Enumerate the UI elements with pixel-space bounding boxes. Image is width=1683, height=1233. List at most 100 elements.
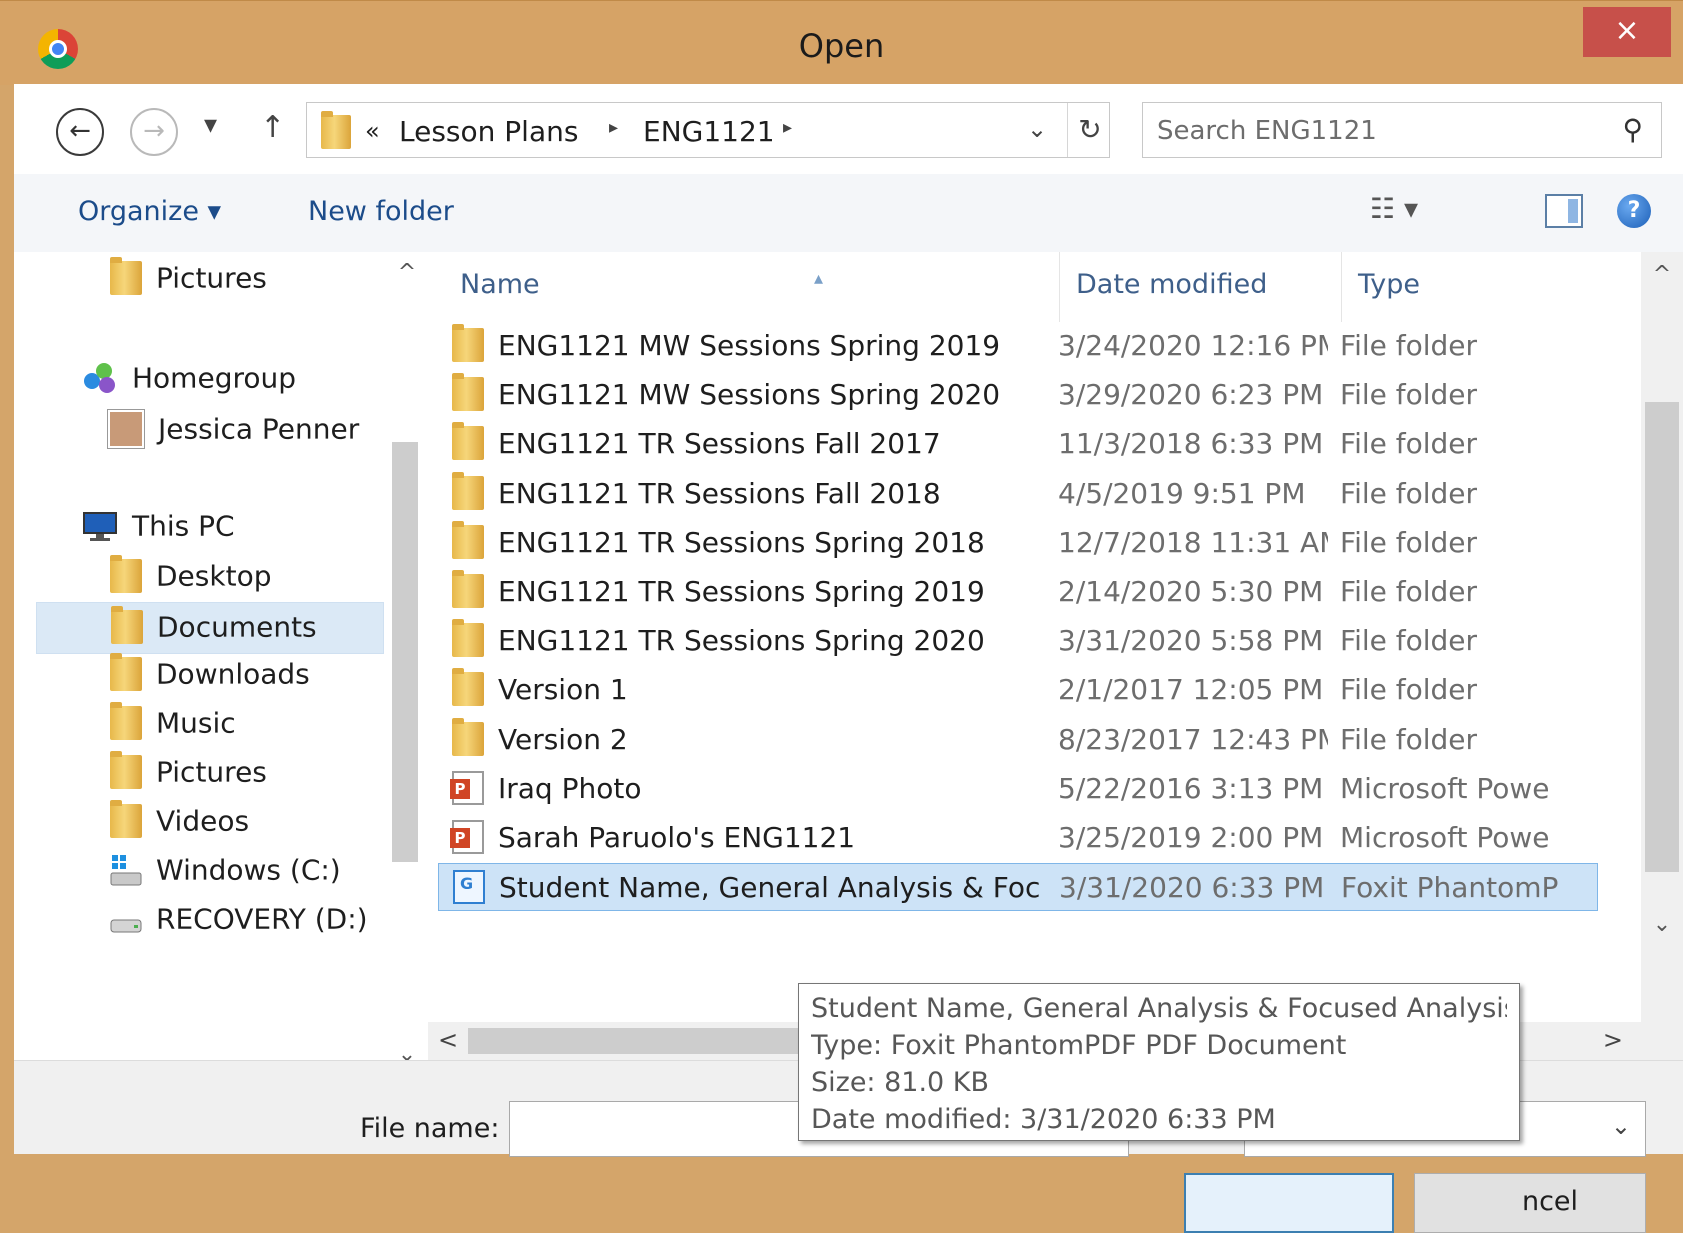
scrollbar-thumb[interactable] xyxy=(1645,402,1679,872)
file-date-modified: 4/5/2019 9:51 PM xyxy=(1058,476,1306,510)
nav-item-windows-c[interactable]: Windows (C:) xyxy=(110,852,341,896)
file-name-cell: Version 1 xyxy=(438,666,1038,714)
folder-icon xyxy=(452,373,484,412)
file-name-cell: Iraq Photo xyxy=(438,765,1038,813)
file-row[interactable]: Version 2 8/23/2017 12:43 PM File folder xyxy=(438,716,1598,764)
scroll-up-icon[interactable]: ^ xyxy=(386,260,428,285)
cancel-button[interactable]: ncel xyxy=(1414,1173,1646,1233)
file-list: Name ▴ Date modified Type ENG1121 MW Ses… xyxy=(428,252,1683,1022)
file-list-scrollbar[interactable]: ^ ⌄ xyxy=(1641,252,1683,1022)
file-date-modified: 2/1/2017 12:05 PM xyxy=(1058,673,1324,707)
navigation-bar: ← → ▾ ↑ « Lesson Plans ▸ ENG1121 ▸ ⌄ ↻ ⚲ xyxy=(14,84,1683,174)
address-bar[interactable]: « Lesson Plans ▸ ENG1121 ▸ ⌄ ↻ xyxy=(306,102,1110,158)
user-avatar-icon xyxy=(108,410,144,448)
column-header-date-modified[interactable]: Date modified xyxy=(1060,252,1342,322)
breadcrumb-overflow[interactable]: « xyxy=(365,117,380,145)
column-header-type[interactable]: Type xyxy=(1342,252,1642,322)
new-folder-button[interactable]: New folder xyxy=(308,196,454,227)
scroll-up-icon[interactable]: ^ xyxy=(1641,262,1683,287)
file-row[interactable]: ENG1121 TR Sessions Spring 2019 2/14/2020… xyxy=(438,568,1598,616)
cancel-button-label: ncel xyxy=(1521,1186,1579,1217)
scrollbar-thumb[interactable] xyxy=(392,442,418,862)
folder-icon xyxy=(452,520,484,559)
breadcrumb-eng1121[interactable]: ENG1121 xyxy=(643,115,775,148)
column-header-label: Type xyxy=(1358,269,1421,300)
file-date-modified: 3/29/2020 6:23 PM xyxy=(1058,378,1324,412)
navigation-pane-scrollbar[interactable]: ^ ⌄ xyxy=(386,252,428,1082)
scroll-right-icon[interactable]: > xyxy=(1603,1026,1623,1054)
file-row[interactable]: Version 1 2/1/2017 12:05 PM File folder xyxy=(438,666,1598,714)
file-row[interactable]: ENG1121 TR Sessions Spring 2018 12/7/2018… xyxy=(438,519,1598,567)
nav-item-pictures-2[interactable]: Pictures xyxy=(110,751,267,798)
file-type: File folder xyxy=(1340,378,1478,412)
window-title: Open xyxy=(798,27,885,65)
column-header-label: Name xyxy=(460,269,540,300)
file-type: File folder xyxy=(1340,427,1478,461)
file-name: ENG1121 TR Sessions Spring 2019 xyxy=(498,575,985,608)
address-dropdown-icon[interactable]: ⌄ xyxy=(1027,115,1047,143)
file-name: ENG1121 TR Sessions Fall 2017 xyxy=(498,427,941,461)
documents-folder-icon xyxy=(111,606,143,644)
preview-pane-icon[interactable] xyxy=(1545,194,1583,228)
homegroup-icon xyxy=(82,361,118,395)
file-name-cell: Student Name, General Analysis & Focus..… xyxy=(439,864,1039,912)
column-header-label: Date modified xyxy=(1076,269,1268,300)
file-row[interactable]: ENG1121 MW Sessions Spring 2020 3/29/2020… xyxy=(438,371,1598,419)
file-row[interactable]: Iraq Photo 5/22/2016 3:13 PM Microsoft Pow… xyxy=(438,765,1598,813)
file-type: File folder xyxy=(1340,722,1478,756)
file-row[interactable]: ENG1121 TR Sessions Fall 2017 11/3/2018 6… xyxy=(438,420,1598,468)
file-row[interactable]: ENG1121 MW Sessions Spring 2019 3/24/2020… xyxy=(438,322,1598,370)
file-type: Foxit PhantomP xyxy=(1341,871,1559,905)
organize-button[interactable]: Organize ▾ xyxy=(78,196,221,227)
recent-locations-icon[interactable]: ▾ xyxy=(204,110,217,140)
file-name: ENG1121 TR Sessions Spring 2018 xyxy=(498,525,985,559)
close-button[interactable]: × xyxy=(1583,7,1671,57)
nav-item-homegroup[interactable]: Homegroup xyxy=(82,360,296,404)
file-date-modified: 3/31/2020 5:58 PM xyxy=(1058,624,1324,658)
file-date-modified: 3/24/2020 12:16 PM xyxy=(1058,329,1328,362)
file-row[interactable]: ENG1121 TR Sessions Spring 2020 3/31/2020… xyxy=(438,617,1598,665)
file-type: File folder xyxy=(1340,624,1478,658)
open-button[interactable] xyxy=(1184,1173,1394,1233)
search-box[interactable]: ⚲ xyxy=(1142,102,1662,158)
file-type: File folder xyxy=(1340,575,1478,608)
forward-icon[interactable]: → xyxy=(130,108,178,156)
file-name: ENG1121 TR Sessions Spring 2020 xyxy=(498,624,985,658)
nav-item-label: Music xyxy=(156,706,236,740)
breadcrumb-chevron-icon[interactable]: ▸ xyxy=(609,117,618,138)
help-icon[interactable]: ? xyxy=(1617,194,1651,228)
file-name: ENG1121 TR Sessions Fall 2018 xyxy=(498,476,941,510)
nav-item-music[interactable]: Music xyxy=(110,702,236,749)
nav-item-downloads[interactable]: Downloads xyxy=(110,653,310,700)
nav-item-desktop[interactable]: Desktop xyxy=(110,555,271,602)
folder-icon xyxy=(452,570,484,608)
scroll-down-icon[interactable]: ⌄ xyxy=(1641,912,1683,937)
folder-icon xyxy=(452,668,484,707)
nav-item-recovery-d[interactable]: RECOVERY (D:) xyxy=(110,901,368,945)
nav-item-documents[interactable]: Documents xyxy=(36,602,384,654)
nav-item-label: RECOVERY (D:) xyxy=(156,902,368,936)
back-icon[interactable]: ← xyxy=(56,108,104,156)
column-header-name[interactable]: Name ▴ xyxy=(444,252,1060,322)
nav-item-pictures[interactable]: Pictures xyxy=(110,257,267,304)
search-icon[interactable]: ⚲ xyxy=(1622,113,1643,146)
scroll-left-icon[interactable]: < xyxy=(438,1026,458,1054)
breadcrumb-lesson-plans[interactable]: Lesson Plans xyxy=(399,115,578,148)
search-input[interactable] xyxy=(1155,113,1599,149)
file-row[interactable]: Student Name, General Analysis & Focus..… xyxy=(438,863,1598,912)
file-name: Sarah Paruolo's ENG1121 xyxy=(498,821,856,854)
up-icon[interactable]: ↑ xyxy=(260,110,285,145)
change-view-icon[interactable]: ☷ ▾ xyxy=(1370,192,1418,225)
navigation-pane: Pictures Homegroup Jessica Penner This P… xyxy=(14,252,428,1082)
file-row[interactable]: ENG1121 TR Sessions Fall 2018 4/5/2019 9:… xyxy=(438,470,1598,518)
refresh-icon[interactable]: ↻ xyxy=(1067,103,1112,157)
file-name: ENG1121 MW Sessions Spring 2019 xyxy=(498,329,1001,362)
nav-item-videos[interactable]: Videos xyxy=(110,800,249,847)
nav-item-jessica-penner[interactable]: Jessica Penner xyxy=(108,410,359,454)
breadcrumb-chevron-icon[interactable]: ▸ xyxy=(783,117,792,138)
file-row[interactable]: Sarah Paruolo's ENG1121 3/25/2019 2:00 PM… xyxy=(438,814,1598,862)
nav-item-this-pc[interactable]: This PC xyxy=(82,508,235,552)
drive-c-icon xyxy=(110,853,142,887)
file-name-label: File name: xyxy=(360,1113,500,1144)
nav-item-label: Jessica Penner xyxy=(158,412,360,446)
